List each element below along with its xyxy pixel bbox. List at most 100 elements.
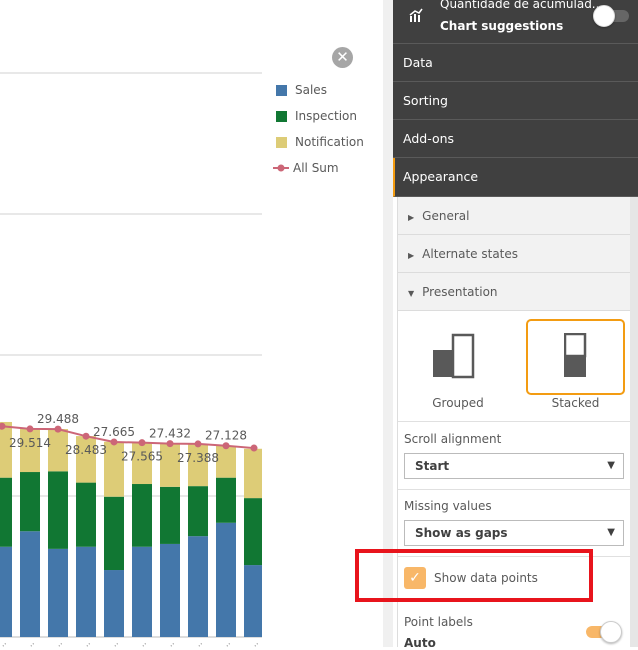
x-tick-label: ... (52, 638, 65, 647)
caret-down-icon: ▼ (408, 289, 415, 298)
chart-area: ..............................329.51429.… (0, 0, 262, 647)
chart-suggestions-label: Chart suggestions (440, 19, 564, 33)
tab-appearance[interactable]: Appearance (393, 158, 638, 197)
panel-header: Quantidade de acumulad... Chart suggesti… (393, 0, 638, 44)
tab-data[interactable]: Data (393, 44, 638, 82)
bar-inspection (132, 484, 152, 547)
point-labels-label: Point labels (404, 615, 473, 629)
section-general[interactable]: ▶ General (397, 197, 630, 235)
line-marker-icon (273, 164, 289, 172)
bar-sales (244, 565, 262, 637)
bar-notification (216, 445, 236, 478)
data-point (138, 439, 146, 447)
chart-suggestions-toggle[interactable] (593, 5, 629, 27)
section-presentation[interactable]: ▼ Presentation (397, 273, 630, 311)
chevron-down-icon: ▼ (607, 527, 615, 538)
bar-inspection (20, 472, 40, 532)
x-tick-label: ... (136, 638, 149, 647)
point-label: 27.388 (177, 451, 219, 465)
x-tick-label: ... (248, 638, 261, 647)
bar-sales (132, 546, 152, 637)
missing-values-label: Missing values (404, 499, 492, 513)
point-labels-toggle[interactable] (586, 621, 622, 643)
bar-sales (104, 570, 124, 637)
scroll-alignment-label: Scroll alignment (404, 432, 502, 446)
select-value: Show as gaps (415, 526, 508, 540)
legend-item-sales[interactable]: Sales (276, 83, 327, 97)
caret-right-icon: ▶ (408, 213, 415, 222)
select-value: Start (415, 459, 450, 473)
scrollbar[interactable] (630, 197, 638, 647)
grouped-option[interactable]: Grouped (408, 319, 508, 414)
bar-inspection (48, 471, 68, 549)
tab-sorting[interactable]: Sorting (393, 82, 638, 120)
x-tick-label: ... (24, 638, 37, 647)
bar-sales (160, 543, 180, 637)
point-label: 29.488 (37, 412, 79, 426)
legend-label: Notification (295, 135, 364, 149)
bar-sales (76, 546, 96, 637)
point-labels-value: Auto (404, 636, 436, 650)
data-point (54, 425, 62, 433)
stacked-option[interactable] (526, 319, 625, 395)
point-label: 27.565 (121, 450, 163, 464)
stacked-bars-icon (564, 333, 587, 377)
bar-inspection (216, 477, 236, 523)
bar-inspection (160, 486, 180, 544)
legend-swatch (276, 136, 287, 148)
x-tick-label: ... (192, 638, 205, 647)
stacked-label: Stacked (551, 396, 600, 410)
legend-item-notification[interactable]: Notification (276, 135, 364, 149)
data-point (194, 440, 202, 448)
point-label: 27.665 (93, 425, 135, 439)
bar-sales (20, 531, 40, 637)
x-tick-label: ... (0, 638, 9, 647)
data-point (110, 438, 118, 446)
bar-sales (216, 522, 236, 637)
chevron-down-icon: ▼ (607, 460, 615, 471)
bar-notification (244, 448, 262, 499)
bar-inspection (76, 482, 96, 547)
point-label: 27.432 (149, 427, 191, 441)
point-label: 28.483 (65, 443, 107, 457)
section-alternate-states[interactable]: ▶ Alternate states (397, 235, 630, 273)
bar-inspection (244, 498, 262, 566)
data-point (82, 432, 90, 440)
data-point (26, 425, 34, 433)
combo-chart-icon (409, 8, 423, 22)
caret-right-icon: ▶ (408, 251, 415, 260)
section-label: Presentation (422, 285, 498, 299)
data-point (166, 440, 174, 448)
grouped-label: Grouped (432, 396, 484, 410)
bar-inspection (0, 477, 12, 547)
legend-label: Sales (295, 83, 327, 97)
section-label: General (422, 209, 470, 223)
legend-item-inspection[interactable]: Inspection (276, 109, 357, 123)
point-label: 27.128 (205, 429, 247, 443)
tab-add-ons[interactable]: Add-ons (393, 120, 638, 158)
section-label: Alternate states (422, 247, 519, 261)
bar-sales (0, 546, 12, 637)
scroll-alignment-select[interactable]: Start ▼ (404, 453, 624, 479)
chart-title: Quantidade de acumulad... (440, 0, 604, 11)
bar-inspection (104, 496, 124, 571)
legend-label: Inspection (295, 109, 357, 123)
missing-values-select[interactable]: Show as gaps ▼ (404, 520, 624, 546)
x-tick-label: ... (80, 638, 93, 647)
highlight-box (355, 549, 593, 602)
legend-item-all-sum[interactable]: All Sum (273, 161, 339, 175)
x-tick-label: ... (164, 638, 177, 647)
legend-swatch (276, 84, 287, 96)
x-tick-label: ... (220, 638, 233, 647)
bar-sales (48, 548, 68, 637)
x-tick-label: ... (108, 638, 121, 647)
close-icon[interactable]: ✕ (332, 47, 353, 68)
legend-swatch (276, 110, 287, 122)
point-label: 29.514 (9, 436, 51, 450)
combo-chart: ..............................329.51429.… (0, 72, 262, 647)
grouped-bars-icon (433, 333, 475, 379)
bar-sales (188, 536, 208, 637)
data-point (250, 444, 258, 452)
legend-label: All Sum (293, 161, 339, 175)
bar-inspection (188, 486, 208, 537)
